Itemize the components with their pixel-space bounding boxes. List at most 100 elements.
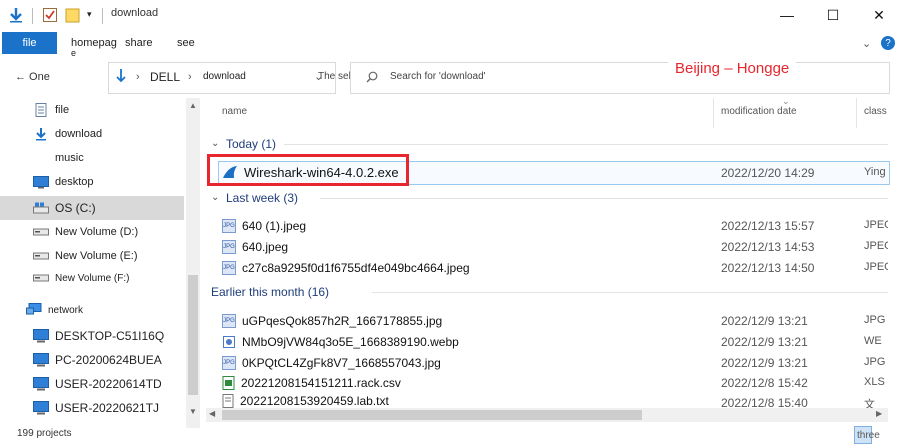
customize-toolbar-chevron-icon[interactable]: ▾ [87,9,92,20]
new-folder-icon[interactable] [65,7,81,28]
back-button[interactable]: ← One [15,71,50,83]
sidebar-item-computer[interactable]: DESKTOP-C51I16Q [0,324,184,348]
sidebar-item-label: network [48,304,84,316]
group-divider [284,144,888,145]
sidebar-item-label: download [55,128,103,140]
sidebar-item-computer[interactable]: USER-20220614TD [0,372,184,396]
file-class: 文 [864,399,875,408]
file-row[interactable]: JPG 640.jpeg [222,237,288,257]
download-arrow-icon [115,68,127,89]
watermark-text: Beijing – Hongge [668,58,797,85]
group-collapse-chevron-icon[interactable]: ⌄ [211,192,219,203]
file-row[interactable]: NMbO9jVW84q3o5E_1668389190.webp [222,332,459,352]
sidebar-item-new-volume-d[interactable]: New Volume (D:) [0,220,184,244]
file-row[interactable]: JPG 0KPQtCL4ZgFk8V7_1668557043.jpg [222,353,441,373]
ribbon-tab-homepage[interactable]: homepag [71,37,117,49]
column-header-class[interactable]: class [864,106,888,117]
group-divider [372,292,888,293]
sidebar-item-label: PC-20200624BUEA [55,353,162,367]
file-name: NMbO9jVW84q3o5E_1668389190.webp [242,335,459,349]
file-date: 2022/12/20 14:29 [721,166,815,180]
breadcrumb-dell[interactable]: DELL [150,70,180,84]
minimize-button[interactable]: — [764,0,810,30]
window-title: download [111,7,159,19]
sidebar-item-file[interactable]: file [0,98,184,122]
scroll-left-icon[interactable]: ◀ [209,409,215,418]
quick-access-download-icon[interactable] [8,7,24,28]
scroll-down-icon[interactable]: ▼ [189,407,197,416]
drive-icon [33,271,49,285]
ribbon-collapse-chevron-icon[interactable]: ⌄ [862,37,871,50]
file-name: uGPqesQok857h2R_1667178855.jpg [242,314,443,328]
this-pc-label[interactable]: The self [318,71,354,82]
sidebar-item-download[interactable]: download [0,122,184,146]
sidebar-item-computer[interactable]: PC-20200624BUEA [0,348,184,372]
file-row-wireshark[interactable]: Wireshark-win64-4.0.2.exe [222,162,399,182]
file-class: Ying [864,166,886,178]
group-header-last-week[interactable]: Last week (3) [226,191,298,205]
ribbon-tab-see[interactable]: see [177,37,195,49]
computer-icon [33,401,49,415]
file-name: Wireshark-win64-4.0.2.exe [244,164,399,180]
jpeg-icon: JPG [222,356,236,370]
jpeg-icon: JPG [222,240,236,254]
group-header-today[interactable]: Today (1) [226,137,276,151]
sidebar-item-desktop[interactable]: desktop [0,170,184,194]
drive-icon [33,249,49,263]
navigation-pane: file download music desktop OS (C:) New … [0,98,184,428]
file-name: 20221208154151211.rack.csv [241,376,401,390]
content-scroll-thumb[interactable] [222,410,642,420]
file-row[interactable]: JPG uGPqesQok857h2R_1667178855.jpg [222,311,442,331]
column-header-name[interactable]: name [222,106,247,117]
ribbon-tab-file[interactable]: file [2,32,57,54]
file-name: 20221208153920459.lab.txt [240,394,389,408]
sidebar-item-computer[interactable]: USER-20220621TJ [0,396,184,420]
scroll-up-icon[interactable]: ▲ [189,101,197,110]
close-button[interactable]: ✕ [856,0,902,30]
breadcrumb-download[interactable]: download [203,71,246,82]
sidebar-item-new-volume-e[interactable]: New Volume (E:) [0,244,184,268]
help-icon[interactable]: ? [881,36,895,50]
maximize-button[interactable]: ☐ [810,0,856,30]
jpeg-icon: JPG [222,314,236,328]
music-icon [33,151,49,165]
group-collapse-chevron-icon[interactable]: ⌄ [211,138,219,149]
file-class: JPEG [864,261,888,273]
file-class: JPG [864,356,886,368]
file-class: WE [864,335,882,347]
sidebar-item-label: New Volume (E:) [55,250,138,262]
ribbon-tab-share[interactable]: share [125,37,153,49]
desktop-icon [33,175,49,189]
sidebar-scroll-thumb[interactable] [188,275,198,395]
breadcrumb-separator-icon: › [136,71,140,83]
column-header-modified[interactable]: modification date [721,106,797,117]
sidebar-item-os-c[interactable]: OS (C:) [0,196,184,220]
file-class: XLS [864,376,885,388]
file-date: 2022/12/13 15:57 [721,219,815,233]
divider [32,8,33,24]
sidebar-item-music[interactable]: music [0,146,184,170]
sidebar-item-network[interactable]: network [0,298,184,322]
file-name: 640 (1).jpeg [242,219,307,233]
scroll-right-icon[interactable]: ▶ [876,409,882,418]
network-icon [26,303,42,317]
computer-icon [33,329,49,343]
search-icon [366,70,378,88]
file-row[interactable]: JPG c27c8a9295f0d1f6755df4e049bc4664.jpe… [222,258,470,278]
file-name: 0KPQtCL4ZgFk8V7_1668557043.jpg [242,356,441,370]
corner-label: three [857,430,880,441]
sidebar-item-label: USER-20220614TD [55,377,162,391]
sidebar-item-new-volume-f[interactable]: New Volume (F:) [0,266,184,290]
group-header-earlier-this-month[interactable]: Earlier this month (16) [211,285,329,299]
file-date: 2022/12/8 15:40 [721,396,808,408]
file-row[interactable]: 20221208154151211.rack.csv [222,373,401,393]
file-date: 2022/12/9 13:21 [721,356,808,370]
webp-icon [222,335,236,349]
file-date: 2022/12/9 13:21 [721,314,808,328]
file-row[interactable]: JPG 640 (1).jpeg [222,216,306,236]
file-name: c27c8a9295f0d1f6755df4e049bc4664.jpeg [242,261,470,275]
properties-checkmark-icon[interactable] [42,7,58,28]
download-arrow-icon [33,127,49,141]
file-row[interactable]: 20221208153920459.lab.txt [222,394,389,408]
file-name: 640.jpeg [242,240,289,254]
